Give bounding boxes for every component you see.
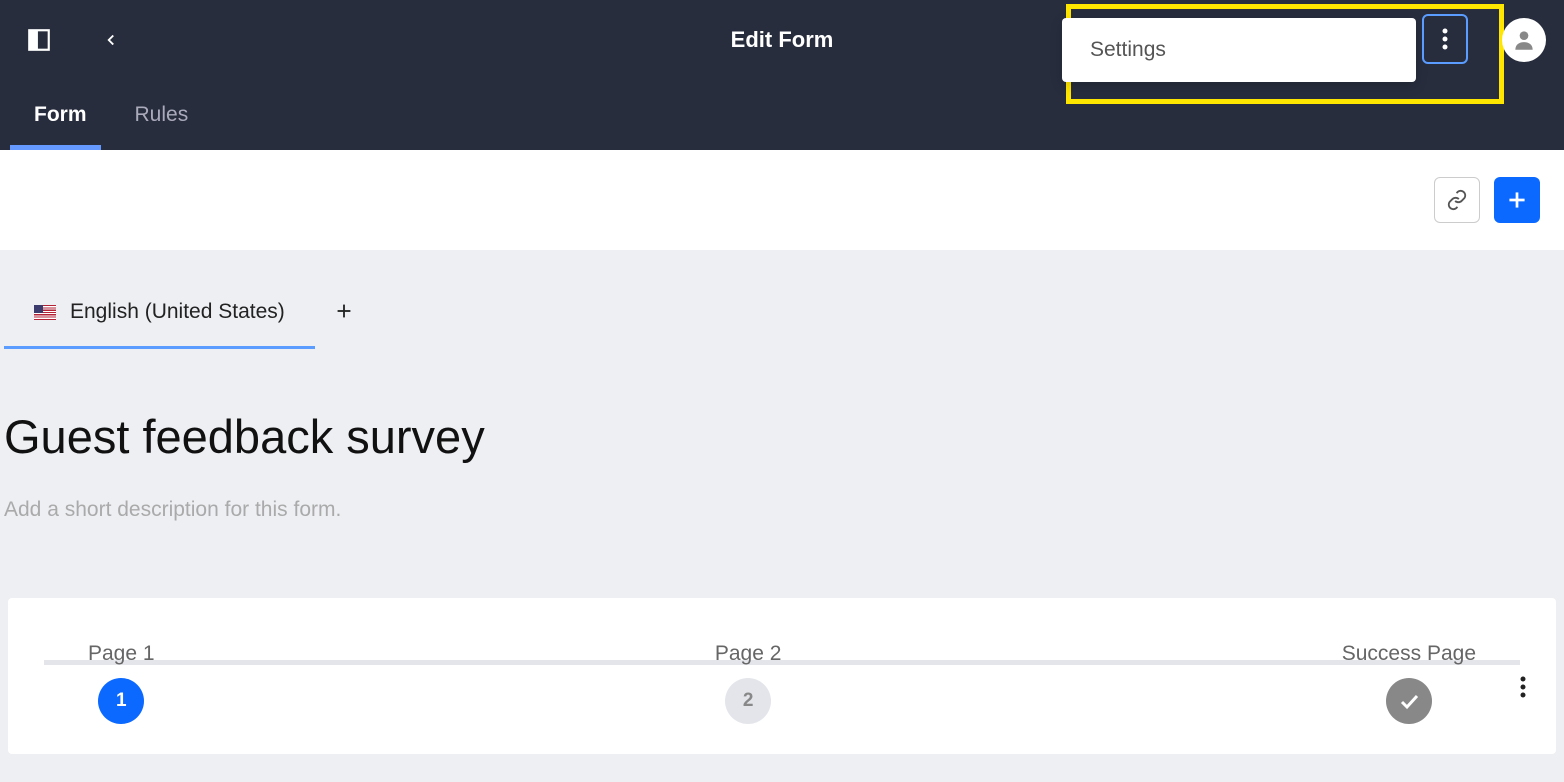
dropdown-item-settings[interactable]: Settings xyxy=(1062,18,1416,82)
panel-icon xyxy=(26,27,52,53)
form-title-input[interactable]: Guest feedback survey xyxy=(0,349,1564,464)
language-tabs: English (United States) xyxy=(0,250,1564,349)
step-label: Page 2 xyxy=(715,642,782,666)
step-label: Success Page xyxy=(1342,642,1476,666)
check-icon xyxy=(1397,689,1421,713)
language-label: English (United States) xyxy=(70,300,285,324)
tab-label: Form xyxy=(34,103,87,127)
add-element-button[interactable] xyxy=(1494,177,1540,223)
pages-more-button[interactable] xyxy=(1520,676,1526,703)
plus-icon xyxy=(333,300,355,322)
language-tab-en-us[interactable]: English (United States) xyxy=(4,288,315,349)
step-label: Page 1 xyxy=(88,642,155,666)
user-icon xyxy=(1511,27,1537,53)
form-description-input[interactable]: Add a short description for this form. xyxy=(0,464,1564,522)
back-button[interactable] xyxy=(96,25,126,55)
action-bar xyxy=(0,150,1564,250)
more-vertical-icon xyxy=(1442,28,1448,50)
more-vertical-icon xyxy=(1520,676,1526,698)
page-title: Edit Form xyxy=(731,27,834,53)
top-bar: Edit Form Settings xyxy=(0,0,1564,80)
more-menu-button[interactable] xyxy=(1422,14,1468,64)
pages-card: Page 1 1 Page 2 2 Success Page xyxy=(8,598,1556,754)
page-step-1[interactable]: Page 1 1 xyxy=(88,642,155,724)
copy-link-button[interactable] xyxy=(1434,177,1480,223)
sidebar-toggle-button[interactable] xyxy=(24,25,54,55)
step-circle: 1 xyxy=(98,678,144,724)
page-step-2[interactable]: Page 2 2 xyxy=(715,642,782,724)
tab-label: Rules xyxy=(135,103,189,127)
page-step-success[interactable]: Success Page xyxy=(1342,642,1476,724)
add-language-button[interactable] xyxy=(329,296,359,326)
settings-dropdown: Settings xyxy=(1062,18,1416,82)
steps-row: Page 1 1 Page 2 2 Success Page xyxy=(88,642,1476,724)
tab-rules[interactable]: Rules xyxy=(111,80,213,150)
step-circle xyxy=(1386,678,1432,724)
step-circle: 2 xyxy=(725,678,771,724)
plus-icon xyxy=(1504,187,1530,213)
chevron-left-icon xyxy=(102,31,120,49)
content-area: English (United States) Guest feedback s… xyxy=(0,250,1564,782)
link-icon xyxy=(1446,189,1468,211)
tab-form[interactable]: Form xyxy=(10,80,111,150)
user-avatar[interactable] xyxy=(1502,18,1546,62)
us-flag-icon xyxy=(34,305,56,320)
